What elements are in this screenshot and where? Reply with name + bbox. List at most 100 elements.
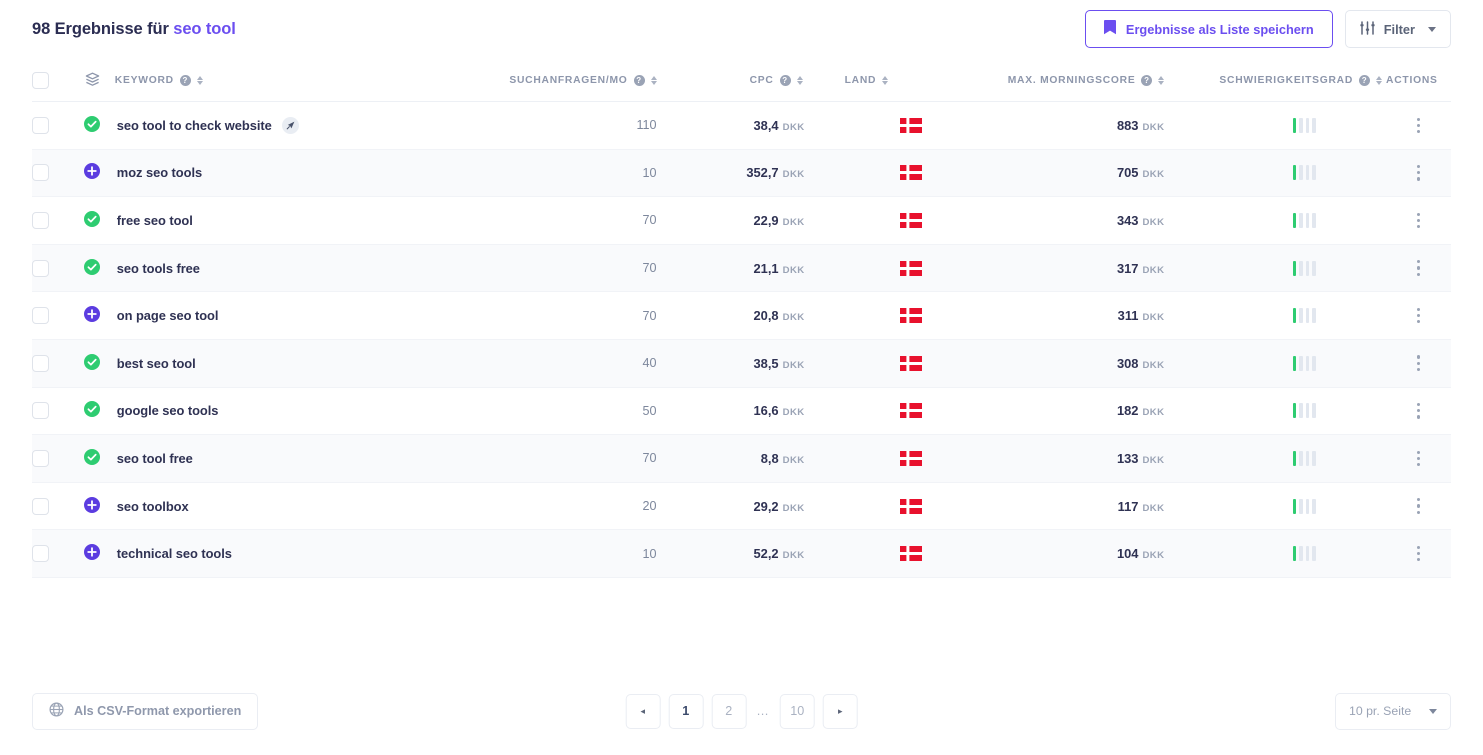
row-volume-cell: 110 (508, 101, 677, 150)
row-actions-menu-button[interactable] (1416, 545, 1421, 562)
sort-icon[interactable] (882, 75, 889, 86)
difficulty-bars (1292, 450, 1317, 466)
table-row[interactable]: seo tool to check website 110 38,4 DKK 883 DK… (32, 101, 1451, 150)
keyword-text[interactable]: google seo tools (117, 403, 219, 418)
keyword-text[interactable]: technical seo tools (117, 546, 232, 561)
sort-icon[interactable] (650, 75, 657, 86)
difficulty-bars (1292, 308, 1317, 324)
row-checkbox[interactable] (32, 354, 49, 372)
row-actions-cell (1386, 244, 1451, 293)
flag-dk-icon (899, 355, 922, 371)
row-checkbox[interactable] (32, 545, 49, 563)
row-actions-menu-button[interactable] (1416, 403, 1421, 419)
score-column-header[interactable]: MAX. MORNINGSCORE ? (976, 58, 1165, 102)
row-checkbox[interactable] (32, 307, 49, 325)
difficulty-bar (1312, 212, 1317, 228)
volume-column-header[interactable]: SUCHANFRAGEN/MO ? (508, 58, 677, 102)
help-icon[interactable]: ? (1359, 75, 1371, 86)
help-icon[interactable]: ? (179, 75, 191, 86)
row-checkbox[interactable] (32, 402, 49, 420)
keyword-text[interactable]: free seo tool (117, 213, 193, 228)
table-row[interactable]: moz seo tools 10 352,7 DKK 705 DKK (32, 149, 1451, 198)
filter-button[interactable]: Filter (1344, 10, 1451, 48)
pagination-prev-button[interactable]: ◂ (625, 693, 661, 729)
row-difficulty-cell (1164, 529, 1387, 578)
add-keyword-icon[interactable] (84, 306, 101, 325)
table-row[interactable]: on page seo tool 70 20,8 DKK 311 DKK (32, 291, 1451, 340)
row-checkbox[interactable] (32, 116, 49, 134)
sort-icon[interactable] (796, 75, 803, 86)
keyword-text[interactable]: seo tools free (117, 261, 200, 276)
row-checkbox[interactable] (32, 164, 49, 182)
row-actions-menu-button[interactable] (1416, 212, 1421, 229)
row-actions-menu-button[interactable] (1416, 498, 1421, 514)
row-score-cell: 883 DKK (976, 101, 1165, 150)
add-keyword-icon[interactable] (84, 496, 101, 516)
difficulty-bar (1305, 546, 1310, 562)
select-all-checkbox[interactable] (32, 72, 49, 89)
row-keyword-cell: free seo tool (114, 196, 509, 245)
tracked-check-icon[interactable] (84, 401, 101, 420)
sort-icon[interactable] (1158, 75, 1165, 86)
table-row[interactable]: free seo tool 70 22,9 DKK 343 DKK (32, 196, 1451, 245)
row-country-cell (808, 387, 977, 436)
table-row[interactable]: seo tools free 70 21,1 DKK 317 DKK (32, 244, 1451, 293)
cpc-currency: DKK (782, 264, 805, 276)
difficulty-bar (1305, 117, 1310, 133)
keyword-text[interactable]: seo tool to check website (117, 118, 272, 133)
sort-icon[interactable] (1376, 75, 1383, 86)
pagination-page-1[interactable]: 1 (668, 693, 704, 729)
difficulty-column-header[interactable]: SCHWIERIGKEITSGRAD ? (1164, 58, 1387, 102)
table-row[interactable]: seo tool free 70 8,8 DKK 133 DKK (32, 434, 1451, 483)
table-row[interactable]: technical seo tools 10 52,2 DKK 104 DKK (32, 529, 1451, 578)
cpc-value: 29,2 (753, 498, 779, 514)
country-column-header[interactable]: LAND (808, 58, 977, 102)
keyword-text[interactable]: best seo tool (117, 356, 196, 371)
per-page-select[interactable]: 10 pr. Seite (1335, 692, 1451, 730)
row-checkbox[interactable] (32, 449, 49, 467)
help-icon[interactable]: ? (779, 75, 791, 86)
row-checkbox[interactable] (32, 497, 49, 515)
pagination-page-10[interactable]: 10 (779, 693, 815, 729)
row-actions-menu-button[interactable] (1416, 355, 1421, 372)
row-actions-menu-button[interactable] (1416, 307, 1421, 324)
tracked-check-icon[interactable] (84, 115, 101, 135)
morningscore-value: 343 (1116, 212, 1139, 228)
row-actions-menu-button[interactable] (1416, 165, 1421, 181)
tracked-check-icon[interactable] (84, 210, 101, 230)
difficulty-bar (1312, 498, 1317, 514)
row-volume-cell: 70 (508, 244, 677, 293)
save-results-as-list-button[interactable]: Ergebnisse als Liste speichern (1084, 10, 1333, 48)
pagination-next-button[interactable]: ▸ (822, 693, 858, 729)
keyword-text[interactable]: seo tool free (117, 451, 193, 466)
table-footer: Als CSV-Format exportieren ◂ 1 2 … 10 ▸ 10 pr… (0, 667, 1483, 755)
tracked-check-icon[interactable] (84, 448, 101, 468)
tracked-check-icon[interactable] (84, 258, 101, 278)
keyword-text[interactable]: seo toolbox (117, 499, 189, 514)
add-keyword-icon[interactable] (84, 544, 101, 563)
row-checkbox[interactable] (32, 211, 49, 229)
help-icon[interactable]: ? (633, 75, 645, 86)
row-cpc-cell: 20,8 DKK (676, 291, 809, 340)
row-actions-menu-button[interactable] (1416, 450, 1421, 467)
table-row[interactable]: seo toolbox 20 29,2 DKK 117 DKK (32, 482, 1451, 531)
row-actions-cell (1386, 101, 1451, 150)
export-csv-button[interactable]: Als CSV-Format exportieren (32, 692, 259, 730)
keyword-text[interactable]: on page seo tool (117, 308, 219, 323)
table-row[interactable]: google seo tools 50 16,6 DKK 182 DKK (32, 387, 1451, 436)
keyword-column-header[interactable]: KEYWORD ? (114, 58, 509, 102)
sort-icon[interactable] (196, 75, 203, 86)
help-icon[interactable]: ? (1141, 75, 1153, 86)
add-keyword-icon[interactable] (84, 163, 101, 182)
tracked-check-icon[interactable] (84, 353, 101, 373)
table-row[interactable]: best seo tool 40 38,5 DKK 308 DKK (32, 339, 1451, 388)
cpc-column-header[interactable]: CPC ? (676, 58, 809, 102)
row-cpc-cell: 52,2 DKK (676, 529, 809, 578)
search-volume-value: 20 (642, 499, 657, 514)
row-actions-menu-button[interactable] (1416, 117, 1421, 134)
stacked-layers-icon[interactable] (85, 72, 100, 89)
row-checkbox[interactable] (32, 259, 49, 277)
keyword-text[interactable]: moz seo tools (117, 165, 202, 180)
row-actions-menu-button[interactable] (1416, 260, 1421, 276)
pagination-page-2[interactable]: 2 (711, 693, 747, 729)
